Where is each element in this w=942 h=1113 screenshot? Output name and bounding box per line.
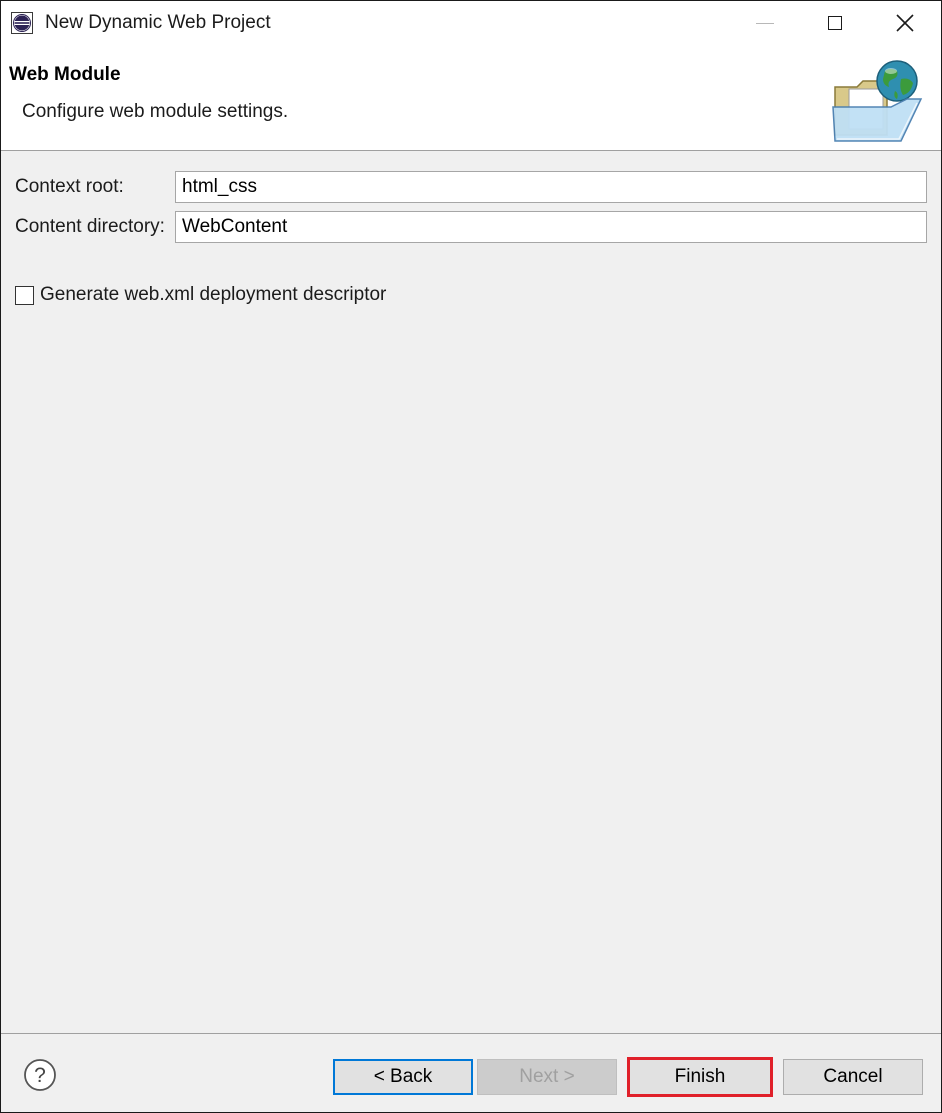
finish-button[interactable]: Finish: [627, 1057, 773, 1097]
page-description: Configure web module settings.: [22, 101, 289, 122]
maximize-icon: [828, 16, 842, 30]
help-icon[interactable]: ?: [23, 1058, 57, 1092]
svg-text:?: ?: [34, 1064, 46, 1087]
title-bar[interactable]: New Dynamic Web Project: [1, 1, 941, 45]
generate-descriptor-checkbox[interactable]: [15, 285, 34, 305]
maximize-button[interactable]: [799, 1, 871, 45]
close-icon: [896, 14, 914, 32]
next-button: Next >: [477, 1059, 617, 1095]
context-root-input[interactable]: [175, 171, 927, 203]
back-button[interactable]: < Back: [333, 1059, 473, 1095]
content-directory-label: Content directory:: [15, 216, 165, 237]
generate-descriptor-option[interactable]: Generate web.xml deployment descriptor: [15, 284, 386, 306]
eclipse-icon: [11, 12, 33, 34]
window-title: New Dynamic Web Project: [45, 12, 271, 33]
wizard-banner: Web Module Configure web module settings…: [1, 45, 941, 151]
new-dynamic-web-project-dialog: New Dynamic Web Project Web Module Confi…: [0, 0, 942, 1113]
context-root-label: Context root:: [15, 176, 124, 197]
content-directory-input[interactable]: [175, 211, 927, 243]
cancel-button[interactable]: Cancel: [783, 1059, 923, 1095]
minimize-icon: [756, 22, 774, 24]
footer-divider: [1, 1033, 941, 1034]
minimize-button[interactable]: [729, 1, 801, 45]
folder-globe-icon: [832, 60, 923, 142]
page-title: Web Module: [9, 64, 121, 85]
close-button[interactable]: [869, 1, 941, 45]
generate-descriptor-label: Generate web.xml deployment descriptor: [40, 284, 387, 305]
